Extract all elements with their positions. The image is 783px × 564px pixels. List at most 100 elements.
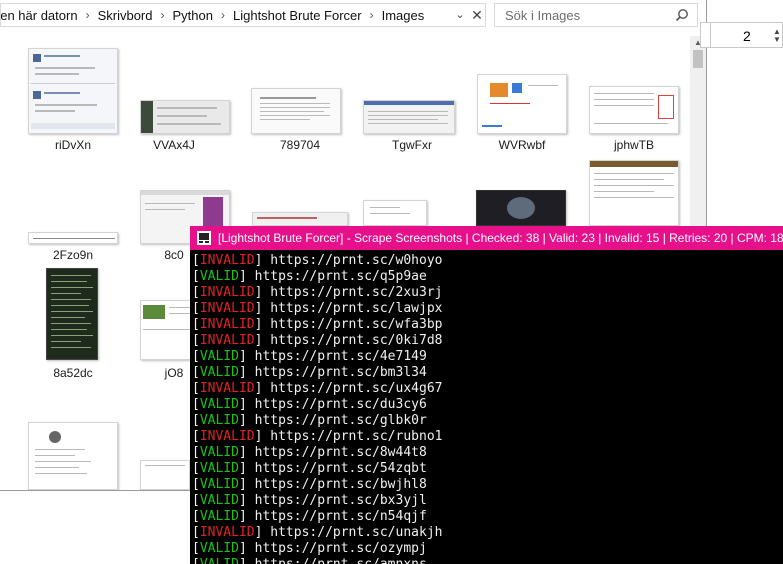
console-titlebar[interactable]: [Lightshot Brute Forcer] - Scrape Screen… (190, 226, 783, 250)
log-url: https://prnt.sc/amnxns (255, 557, 427, 564)
bracket-open: [ (192, 509, 200, 524)
log-status: INVALID (199, 285, 255, 300)
log-status: VALID (199, 269, 239, 284)
file-thumbnail (252, 212, 348, 226)
log-line: [VALID] https://prnt.sc/glbk0r (192, 413, 782, 429)
bracket-open: [ (192, 493, 200, 508)
file-name: 789704 (279, 138, 321, 152)
log-line: [VALID] https://prnt.sc/amnxns (192, 557, 782, 564)
bracket-open: [ (192, 525, 200, 540)
search-field[interactable] (494, 3, 698, 27)
log-status: VALID (199, 413, 239, 428)
log-url: https://prnt.sc/8w44t8 (254, 445, 427, 460)
bracket-open: [ (192, 301, 200, 316)
log-url: https://prnt.sc/q5p9ae (254, 269, 427, 284)
log-url: https://prnt.sc/du3cy6 (254, 397, 427, 412)
file-name: WVRwbf (498, 138, 546, 152)
chevron-right-icon[interactable]: › (213, 8, 227, 22)
bracket-open: [ (192, 477, 200, 492)
log-status: INVALID (199, 317, 255, 332)
search-icon[interactable] (675, 8, 689, 25)
file-item[interactable]: riDvXn (18, 44, 128, 154)
file-item[interactable]: jphwTB (579, 44, 689, 154)
file-item[interactable]: 789704 (245, 44, 355, 154)
page-stepper[interactable]: 2 ▲ ▼ (710, 22, 783, 48)
chevron-right-icon[interactable]: › (78, 8, 92, 22)
log-line: [VALID] https://prnt.sc/54zqbt (192, 461, 782, 477)
breadcrumb[interactable]: den här datorn › Skrivbord › Python › Li… (0, 3, 486, 27)
bracket-close: ] (238, 477, 255, 492)
search-input[interactable] (505, 7, 665, 23)
log-line: [INVALID] https://prnt.sc/lawjpx (192, 301, 782, 317)
log-url: https://prnt.sc/unakjh (270, 525, 443, 540)
bracket-open: [ (192, 365, 200, 380)
file-name: riDvXn (54, 138, 91, 152)
bracket-close: ] (239, 557, 255, 564)
console-window: [Lightshot Brute Forcer] - Scrape Screen… (190, 226, 783, 564)
log-line: [INVALID] https://prnt.sc/0ki7d8 (192, 333, 782, 349)
log-line: [VALID] https://prnt.sc/q5p9ae (192, 269, 782, 285)
breadcrumb-python[interactable]: Python (167, 8, 213, 23)
log-line: [INVALID] https://prnt.sc/w0hoyo (192, 253, 782, 269)
file-thumbnail (589, 86, 679, 134)
log-url: https://prnt.sc/2xu3rj (270, 285, 443, 300)
breadcrumb-this-pc[interactable]: den här datorn (1, 8, 78, 23)
log-url: https://prnt.sc/n54qjf (254, 509, 427, 524)
log-status: VALID (200, 557, 239, 564)
file-thumbnail (28, 232, 118, 244)
chevron-right-icon[interactable]: › (362, 8, 376, 22)
file-item[interactable]: TgwFxr (357, 44, 467, 154)
log-status: INVALID (199, 301, 255, 316)
log-line: [VALID] https://prnt.sc/bwjhl8 (192, 477, 782, 493)
bracket-close: ] (254, 301, 271, 316)
bracket-close: ] (254, 317, 271, 332)
bracket-close: ] (238, 269, 255, 284)
file-name: 2Fzo9n (52, 248, 94, 262)
console-output: [INVALID] https://prnt.sc/w0hoyo [VALID] … (192, 253, 782, 564)
log-status: VALID (199, 541, 239, 556)
file-item[interactable]: WVRwbf (467, 44, 577, 154)
log-line: [VALID] https://prnt.sc/bx3yjl (192, 493, 782, 509)
bracket-close: ] (254, 429, 271, 444)
bracket-close: ] (254, 333, 271, 348)
bracket-close: ] (238, 461, 255, 476)
bracket-open: [ (192, 557, 200, 564)
breadcrumb-images[interactable]: Images (376, 8, 425, 23)
log-url: https://prnt.sc/lawjpx (270, 301, 443, 316)
breadcrumb-lightshot[interactable]: Lightshot Brute Forcer (227, 8, 362, 23)
file-item[interactable]: 8a52dc (18, 262, 128, 380)
log-status: INVALID (199, 429, 255, 444)
breadcrumb-desktop[interactable]: Skrivbord (92, 8, 153, 23)
log-url: https://prnt.sc/0ki7d8 (270, 333, 443, 348)
file-thumbnail (28, 48, 118, 134)
file-thumbnail (363, 200, 427, 226)
bracket-open: [ (192, 253, 200, 268)
bracket-close: ] (238, 349, 255, 364)
log-url: https://prnt.sc/ozympj (254, 541, 427, 556)
close-icon[interactable]: ✕ (467, 4, 487, 26)
file-thumbnail (589, 160, 679, 226)
file-item[interactable]: 2Fzo9n (18, 154, 128, 264)
log-status: INVALID (199, 333, 255, 348)
scrollbar-thumb[interactable] (693, 50, 703, 68)
log-status: VALID (199, 509, 239, 524)
file-thumbnail (477, 74, 567, 134)
chevron-right-icon[interactable]: › (153, 8, 167, 22)
bracket-open: [ (192, 429, 200, 444)
bracket-open: [ (192, 317, 200, 332)
log-status: VALID (199, 493, 239, 508)
log-line: [INVALID] https://prnt.sc/unakjh (192, 525, 782, 541)
bracket-open: [ (192, 445, 200, 460)
console-app-icon (196, 230, 212, 246)
stepper-value[interactable]: 2 (743, 28, 751, 44)
bracket-open: [ (192, 461, 200, 476)
bracket-close: ] (238, 445, 255, 460)
log-url: https://prnt.sc/rubno1 (270, 429, 443, 444)
up-down-arrows-icon[interactable]: ▲▼ (773, 28, 781, 44)
file-name: 8a52dc (53, 366, 93, 380)
log-url: https://prnt.sc/ux4g67 (270, 381, 443, 396)
file-item[interactable]: VVAx4J (119, 44, 230, 154)
bracket-open: [ (192, 285, 200, 300)
log-line: [INVALID] https://prnt.sc/wfa3bp (192, 317, 782, 333)
bracket-open: [ (192, 381, 200, 396)
